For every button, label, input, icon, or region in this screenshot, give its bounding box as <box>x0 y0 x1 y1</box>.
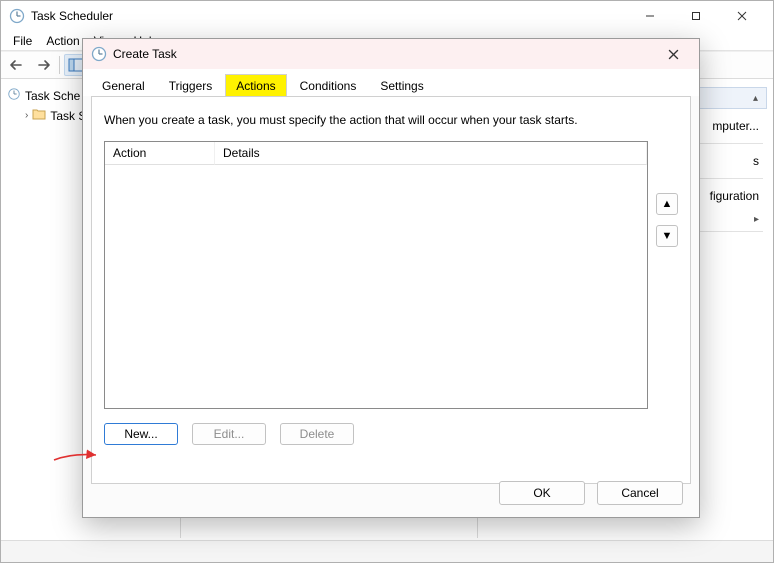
new-button[interactable]: New... <box>104 423 178 445</box>
dialog-close-button[interactable] <box>655 41 691 67</box>
dialog-tabstrip: General Triggers Actions Conditions Sett… <box>83 69 699 96</box>
task-scheduler-icon <box>91 46 107 62</box>
column-action[interactable]: Action <box>105 142 215 165</box>
nav-forward-button[interactable] <box>31 54 55 76</box>
tab-actions[interactable]: Actions <box>225 74 286 97</box>
menu-file[interactable]: File <box>7 32 38 50</box>
action-button-row: New... Edit... Delete <box>104 423 678 445</box>
cancel-button[interactable]: Cancel <box>597 481 683 505</box>
column-details[interactable]: Details <box>215 142 647 165</box>
move-down-button[interactable]: ▼ <box>656 225 678 247</box>
toolbar-separator <box>59 56 60 74</box>
tab-triggers[interactable]: Triggers <box>158 74 224 97</box>
dialog-titlebar[interactable]: Create Task <box>83 39 699 69</box>
panel-description: When you create a task, you must specify… <box>104 113 678 127</box>
tab-conditions[interactable]: Conditions <box>289 74 368 97</box>
main-window-title: Task Scheduler <box>31 9 627 23</box>
actions-listbox[interactable]: Action Details <box>104 141 648 409</box>
create-task-dialog: Create Task General Triggers Actions Con… <box>82 38 700 518</box>
tab-general[interactable]: General <box>91 74 156 97</box>
tab-settings[interactable]: Settings <box>369 74 434 97</box>
folder-icon <box>32 108 46 123</box>
window-controls <box>627 1 765 31</box>
chevron-up-icon: ▴ <box>753 93 758 104</box>
reorder-buttons: ▲ ▼ <box>656 141 678 409</box>
nav-back-button[interactable] <box>5 54 29 76</box>
clock-icon <box>7 87 21 104</box>
move-up-button[interactable]: ▲ <box>656 193 678 215</box>
list-header: Action Details <box>105 142 647 165</box>
ok-button[interactable]: OK <box>499 481 585 505</box>
tree-child-label: Task S <box>50 109 86 123</box>
tree-root-label: Task Sche <box>25 89 80 103</box>
dialog-title: Create Task <box>113 47 655 61</box>
task-scheduler-icon <box>9 8 25 24</box>
actions-panel: When you create a task, you must specify… <box>91 96 691 484</box>
chevron-right-icon: › <box>25 110 28 121</box>
dialog-footer: OK Cancel <box>499 481 683 505</box>
close-button[interactable] <box>719 1 765 31</box>
maximize-button[interactable] <box>673 1 719 31</box>
edit-button[interactable]: Edit... <box>192 423 266 445</box>
delete-button[interactable]: Delete <box>280 423 354 445</box>
status-bar <box>1 540 773 562</box>
menu-action[interactable]: Action <box>40 32 85 50</box>
main-titlebar: Task Scheduler <box>1 1 773 31</box>
minimize-button[interactable] <box>627 1 673 31</box>
